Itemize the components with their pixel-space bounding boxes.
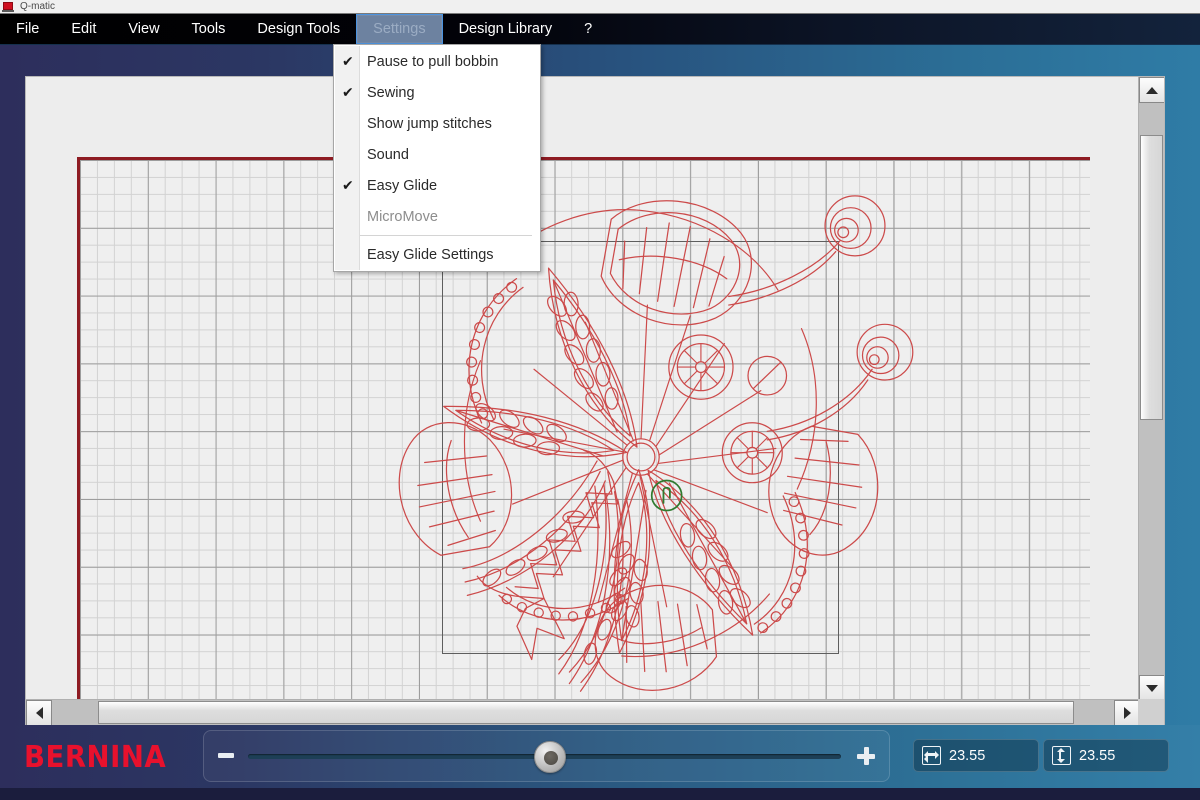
menu-item-label: Sewing bbox=[367, 85, 415, 101]
vertical-scroll-thumb[interactable] bbox=[1140, 135, 1163, 420]
scroll-right-button[interactable] bbox=[1114, 700, 1140, 726]
menu-item-micromove: MicroMove bbox=[334, 201, 540, 232]
chevron-up-icon bbox=[1146, 87, 1158, 94]
menu-item-label: Pause to pull bobbin bbox=[367, 54, 498, 70]
measurement-grid bbox=[77, 157, 1090, 701]
bernina-logo: BERNINA bbox=[24, 740, 166, 776]
design-width-field[interactable]: 23.55 bbox=[913, 739, 1039, 772]
horizontal-scroll-thumb[interactable] bbox=[98, 701, 1074, 724]
chevron-down-icon bbox=[1146, 685, 1158, 692]
scroll-down-button[interactable] bbox=[1139, 675, 1165, 701]
chevron-left-icon bbox=[36, 707, 43, 719]
scrollbar-corner bbox=[1138, 699, 1164, 725]
checkmark-icon: ✔ bbox=[342, 77, 354, 108]
window-titlebar: Q-matic bbox=[0, 0, 1200, 14]
menu-item-sound[interactable]: Sound bbox=[334, 139, 540, 170]
scroll-up-button[interactable] bbox=[1139, 77, 1165, 103]
chevron-right-icon bbox=[1124, 707, 1131, 719]
menu-edit[interactable]: Edit bbox=[55, 14, 112, 44]
design-height-field[interactable]: 23.55 bbox=[1043, 739, 1169, 772]
menu-item-label: MicroMove bbox=[367, 209, 438, 225]
zoom-slider-handle[interactable] bbox=[534, 741, 566, 773]
footer-strip bbox=[0, 788, 1200, 800]
menu-view[interactable]: View bbox=[112, 14, 175, 44]
vertical-scroll-track[interactable] bbox=[1139, 103, 1164, 675]
scroll-left-button[interactable] bbox=[26, 700, 52, 726]
menu-settings[interactable]: Settings bbox=[356, 14, 442, 44]
height-arrows-icon bbox=[1052, 746, 1071, 765]
zoom-out-icon[interactable] bbox=[218, 753, 234, 758]
menu-item-easy-glide-settings[interactable]: Easy Glide Settings bbox=[334, 239, 540, 270]
menu-design-tools[interactable]: Design Tools bbox=[241, 14, 356, 44]
menu-item-label: Easy Glide bbox=[367, 178, 437, 194]
menu-help[interactable]: ? bbox=[568, 14, 608, 44]
menu-item-label: Show jump stitches bbox=[367, 116, 492, 132]
menu-item-pause-to-pull-bobbin[interactable]: ✔ Pause to pull bobbin bbox=[334, 46, 540, 77]
menu-file[interactable]: File bbox=[0, 14, 55, 44]
zoom-control-panel[interactable] bbox=[203, 730, 890, 782]
vertical-scrollbar[interactable] bbox=[1138, 77, 1164, 701]
menubar: File Edit View Tools Design Tools Settin… bbox=[0, 14, 1200, 45]
menu-item-label: Sound bbox=[367, 147, 409, 163]
menu-tools[interactable]: Tools bbox=[176, 14, 242, 44]
menu-item-label: Easy Glide Settings bbox=[367, 247, 494, 263]
canvas-viewport[interactable] bbox=[26, 77, 1140, 701]
checkmark-icon: ✔ bbox=[342, 46, 354, 77]
design-canvas[interactable] bbox=[25, 76, 1165, 726]
app-icon bbox=[2, 1, 14, 13]
zoom-in-icon[interactable] bbox=[857, 747, 875, 765]
menu-item-show-jump-stitches[interactable]: Show jump stitches bbox=[334, 108, 540, 139]
menu-item-easy-glide[interactable]: ✔ Easy Glide bbox=[334, 170, 540, 201]
width-arrows-icon bbox=[922, 746, 941, 765]
checkmark-icon: ✔ bbox=[342, 170, 354, 201]
design-width-value: 23.55 bbox=[949, 748, 985, 764]
settings-dropdown-menu[interactable]: ✔ Pause to pull bobbin ✔ Sewing Show jum… bbox=[333, 44, 541, 272]
menu-item-sewing[interactable]: ✔ Sewing bbox=[334, 77, 540, 108]
horizontal-scrollbar[interactable] bbox=[26, 699, 1140, 725]
design-height-value: 23.55 bbox=[1079, 748, 1115, 764]
menu-design-library[interactable]: Design Library bbox=[443, 14, 569, 44]
menu-separator bbox=[360, 235, 532, 236]
window-title: Q-matic bbox=[20, 0, 55, 14]
workspace bbox=[0, 45, 1200, 725]
